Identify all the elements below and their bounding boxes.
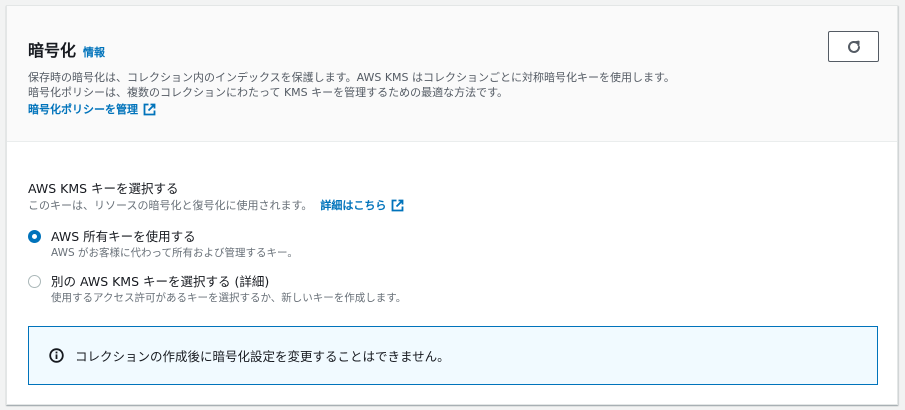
radio-custom-kms-key[interactable]: 別の AWS KMS キーを選択する (詳細) 使用するアクセス許可があるキーを… xyxy=(28,273,406,306)
learn-more-label: 詳細はこちら xyxy=(320,199,387,212)
learn-more-link[interactable]: 詳細はこちら xyxy=(320,197,404,213)
external-link-icon xyxy=(391,199,404,212)
info-alert: コレクションの作成後に暗号化設定を変更することはできません。 xyxy=(28,326,878,385)
manage-policy-label: 暗号化ポリシーを管理 xyxy=(28,103,138,116)
kms-key-label: AWS KMS キーを選択する xyxy=(28,181,179,196)
manage-policy-link[interactable]: 暗号化ポリシーを管理 xyxy=(28,101,156,117)
encryption-panel: 暗号化 情報 保存時の暗号化は、コレクション内のインデックスを保護します。AWS… xyxy=(6,5,898,405)
kms-description-text: このキーは、リソースの暗号化と復号化に使用されます。 xyxy=(28,199,313,212)
external-link-icon xyxy=(143,103,156,116)
radio-button-unselected[interactable] xyxy=(28,275,41,288)
radio-button-selected[interactable] xyxy=(28,230,41,243)
radio-aws-owned-key[interactable]: AWS 所有キーを使用する AWS がお客様に代わって所有および管理するキー。 xyxy=(28,228,298,261)
panel-header: 暗号化 情報 保存時の暗号化は、コレクション内のインデックスを保護します。AWS… xyxy=(7,6,897,142)
refresh-button[interactable] xyxy=(828,31,879,62)
radio-label: 別の AWS KMS キーを選択する (詳細) xyxy=(51,274,270,289)
radio-label: AWS 所有キーを使用する xyxy=(51,229,196,244)
title-row: 暗号化 情報 xyxy=(28,37,105,61)
alert-text: コレクションの作成後に暗号化設定を変更することはできません。 xyxy=(75,349,450,364)
description-line-2: 暗号化ポリシーは、複数のコレクションにわたって KMS キーを管理するための最適… xyxy=(28,86,509,99)
description-line-1: 保存時の暗号化は、コレクション内のインデックスを保護します。AWS KMS はコ… xyxy=(28,71,675,84)
kms-key-description: このキーは、リソースの暗号化と復号化に使用されます。 詳細はこちら xyxy=(28,197,404,213)
refresh-icon xyxy=(846,39,862,55)
info-link[interactable]: 情報 xyxy=(83,44,105,60)
page-title: 暗号化 xyxy=(28,41,77,60)
header-description: 保存時の暗号化は、コレクション内のインデックスを保護します。AWS KMS はコ… xyxy=(28,70,675,100)
info-icon xyxy=(49,348,64,363)
radio-description: AWS がお客様に代わって所有および管理するキー。 xyxy=(51,247,298,259)
radio-description: 使用するアクセス許可があるキーを選択するか、新しいキーを作成します。 xyxy=(51,292,407,304)
radio-text: 別の AWS KMS キーを選択する (詳細) 使用するアクセス許可があるキーを… xyxy=(51,273,406,306)
radio-text: AWS 所有キーを使用する AWS がお客様に代わって所有および管理するキー。 xyxy=(51,228,298,261)
